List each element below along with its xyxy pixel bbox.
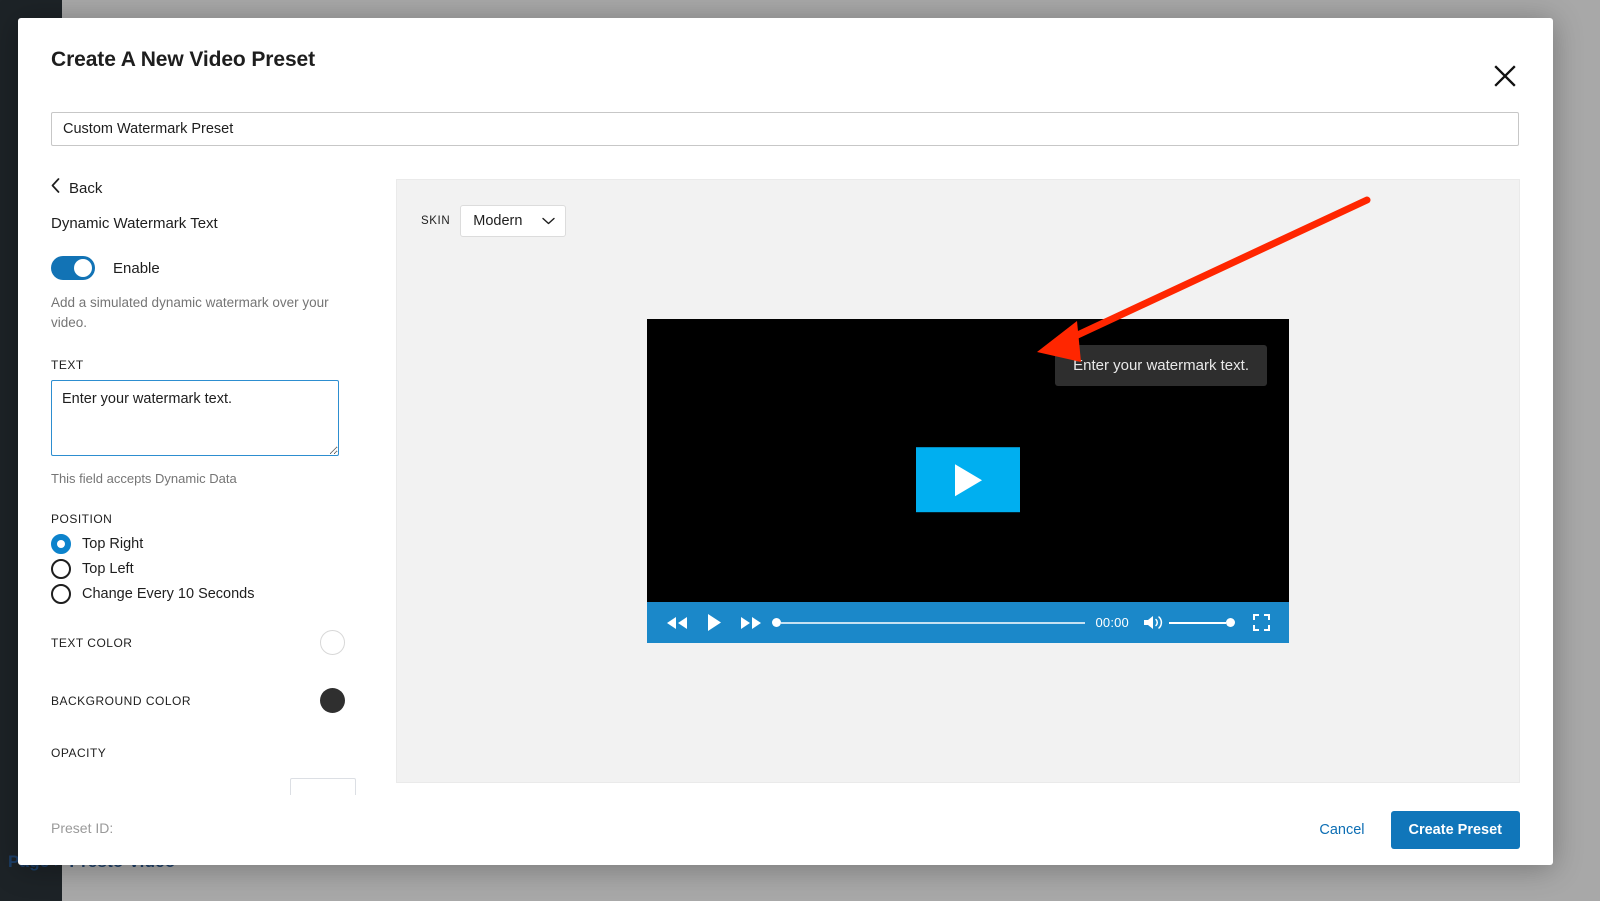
skin-selected-value: Modern: [473, 213, 522, 229]
skin-row: SKIN Modern: [421, 205, 566, 237]
position-option-top-right[interactable]: Top Right: [51, 534, 345, 554]
close-button[interactable]: [1483, 54, 1527, 98]
volume-handle[interactable]: [1226, 618, 1235, 627]
enable-toggle[interactable]: [51, 256, 95, 280]
create-video-preset-modal: Create A New Video Preset Back Dynamic W…: [18, 18, 1553, 865]
background-color-label: BACKGROUND COLOR: [51, 694, 191, 708]
modal-header: Create A New Video Preset: [18, 18, 1553, 102]
position-option-label: Top Left: [82, 561, 134, 577]
preset-id-label: Preset ID:: [51, 820, 113, 836]
modal-body: Back Dynamic Watermark Text Enable Add a…: [18, 158, 1553, 795]
volume-slider[interactable]: [1169, 618, 1235, 627]
settings-sidebar: Back Dynamic Watermark Text Enable Add a…: [18, 158, 378, 795]
background-color-row: BACKGROUND COLOR: [51, 688, 345, 713]
footer-actions: Cancel Create Preset: [1315, 811, 1520, 849]
current-time: 00:00: [1095, 615, 1129, 630]
opacity-label: OPACITY: [51, 746, 345, 760]
text-field-label: TEXT: [51, 358, 345, 372]
play-icon: [951, 462, 985, 498]
chevron-left-icon: [51, 178, 60, 198]
play-icon[interactable]: [696, 613, 732, 632]
position-option-label: Top Right: [82, 536, 143, 552]
watermark-overlay: Enter your watermark text.: [1055, 345, 1267, 386]
page-title: Create A New Video Preset: [51, 48, 315, 72]
position-option-change-every-10-seconds[interactable]: Change Every 10 Seconds: [51, 584, 345, 604]
position-radio-group: Top Right Top Left Change Every 10 Secon…: [51, 534, 345, 604]
radio-icon: [51, 584, 71, 604]
back-button[interactable]: Back: [51, 178, 345, 198]
position-option-label: Change Every 10 Seconds: [82, 586, 255, 602]
enable-toggle-label: Enable: [113, 260, 160, 277]
volume-icon[interactable]: [1137, 614, 1169, 631]
radio-icon: [51, 534, 71, 554]
position-label: POSITION: [51, 512, 345, 526]
opacity-input[interactable]: [290, 778, 356, 795]
radio-icon: [51, 559, 71, 579]
rewind-icon[interactable]: [658, 616, 696, 630]
skin-label: SKIN: [421, 215, 450, 227]
panel-title: Dynamic Watermark Text: [51, 215, 345, 232]
modal-footer: Preset ID: Cancel Create Preset: [18, 795, 1553, 865]
big-play-button[interactable]: [916, 447, 1020, 512]
video-controls-bar: 00:00: [647, 602, 1289, 643]
progress-handle[interactable]: [772, 618, 781, 627]
video-preview-panel: SKIN Modern Enter your watermark text.: [396, 179, 1520, 783]
position-option-top-left[interactable]: Top Left: [51, 559, 345, 579]
volume-track: [1169, 622, 1226, 624]
text-field-hint: This field accepts Dynamic Data: [51, 471, 345, 486]
text-color-swatch[interactable]: [320, 630, 345, 655]
progress-track: [781, 622, 1085, 624]
enable-help-text: Add a simulated dynamic watermark over y…: [51, 293, 341, 332]
chevron-down-icon: [542, 212, 555, 230]
preset-name-input[interactable]: [51, 112, 1519, 146]
video-player-preview[interactable]: Enter your watermark text.: [647, 319, 1289, 643]
background-color-swatch[interactable]: [320, 688, 345, 713]
create-preset-button[interactable]: Create Preset: [1391, 811, 1521, 849]
toggle-knob: [74, 259, 92, 277]
fast-forward-icon[interactable]: [732, 616, 770, 630]
enable-toggle-row: Enable: [51, 256, 345, 280]
text-color-label: TEXT COLOR: [51, 636, 132, 650]
cancel-button[interactable]: Cancel: [1315, 814, 1368, 846]
close-icon: [1492, 63, 1518, 89]
skin-select[interactable]: Modern: [460, 205, 566, 237]
text-color-row: TEXT COLOR: [51, 630, 345, 655]
back-label: Back: [69, 180, 102, 197]
progress-slider[interactable]: [770, 618, 1089, 627]
fullscreen-icon[interactable]: [1244, 614, 1278, 631]
watermark-text-input[interactable]: [51, 380, 339, 456]
